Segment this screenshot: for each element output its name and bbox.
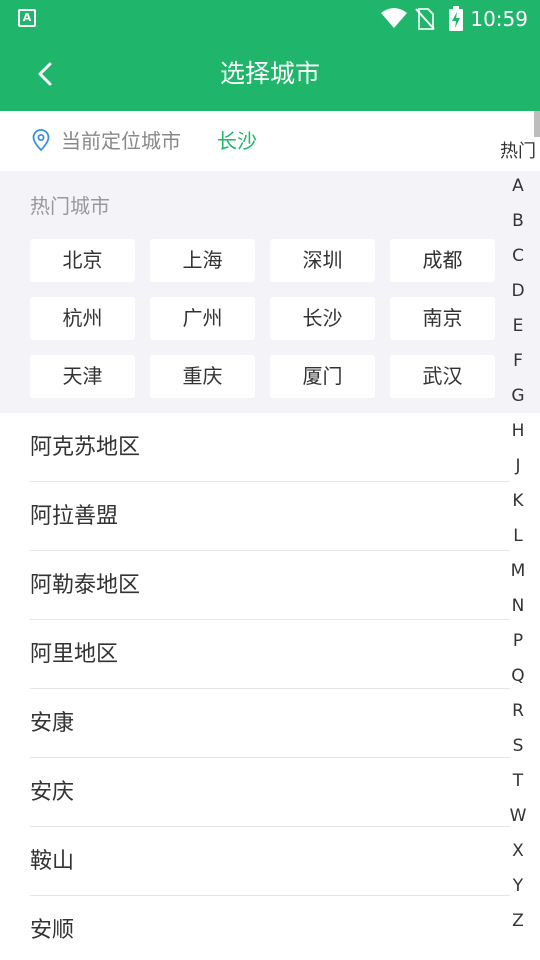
index-letter[interactable]: K — [496, 484, 540, 519]
index-letter[interactable]: L — [496, 519, 540, 554]
index-letter[interactable]: D — [496, 274, 540, 309]
index-letter[interactable]: G — [496, 379, 540, 414]
city-list-item[interactable]: 安庆 — [30, 758, 510, 827]
alphabet-index-bar[interactable]: 热门 A B C D E F G H J K L M N P Q R S T W… — [496, 134, 540, 939]
hot-city-button[interactable]: 武汉 — [390, 355, 495, 398]
hot-city-button[interactable]: 天津 — [30, 355, 135, 398]
index-letter[interactable]: B — [496, 204, 540, 239]
status-bar: A 10:59 — [0, 0, 540, 38]
index-letter[interactable]: C — [496, 239, 540, 274]
city-list-item[interactable]: 阿克苏地区 — [30, 413, 510, 482]
index-letter[interactable]: H — [496, 414, 540, 449]
hot-city-button[interactable]: 南京 — [390, 297, 495, 340]
hot-city-button[interactable]: 深圳 — [270, 239, 375, 282]
city-list-item[interactable]: 阿里地区 — [30, 620, 510, 689]
app-header: 选择城市 — [0, 38, 540, 111]
current-location-city[interactable]: 长沙 — [217, 127, 257, 155]
index-letter[interactable]: W — [496, 799, 540, 834]
index-letter[interactable]: N — [496, 589, 540, 624]
city-list-item[interactable]: 阿勒泰地区 — [30, 551, 510, 620]
status-clock: 10:59 — [470, 7, 528, 31]
index-letter[interactable]: J — [496, 449, 540, 484]
app-notification-icon: A — [18, 9, 36, 27]
city-list-item[interactable]: 阿拉善盟 — [30, 482, 510, 551]
city-list-item[interactable]: 鞍山 — [30, 827, 510, 896]
index-letter[interactable]: E — [496, 309, 540, 344]
battery-charging-icon — [449, 6, 463, 31]
index-letter[interactable]: X — [496, 834, 540, 869]
index-letter[interactable]: R — [496, 694, 540, 729]
index-letter[interactable]: A — [496, 169, 540, 204]
hot-city-button[interactable]: 北京 — [30, 239, 135, 282]
index-letter[interactable]: M — [496, 554, 540, 589]
location-pin-icon — [32, 129, 50, 151]
hot-city-button[interactable]: 重庆 — [150, 355, 255, 398]
city-list: 阿克苏地区 阿拉善盟 阿勒泰地区 阿里地区 安康 安庆 鞍山 安顺 — [0, 413, 540, 960]
index-letter[interactable]: T — [496, 764, 540, 799]
hot-city-button[interactable]: 上海 — [150, 239, 255, 282]
city-list-item[interactable]: 安顺 — [30, 896, 510, 960]
hot-city-button[interactable]: 成都 — [390, 239, 495, 282]
index-letter-hot[interactable]: 热门 — [496, 134, 540, 169]
hot-cities-section: 热门城市 北京 上海 深圳 成都 杭州 广州 长沙 南京 天津 重庆 厦门 武汉 — [0, 171, 540, 413]
index-letter[interactable]: F — [496, 344, 540, 379]
city-list-item[interactable]: 安康 — [30, 689, 510, 758]
no-sim-icon — [415, 8, 435, 30]
current-location-row: 当前定位城市 长沙 — [0, 111, 540, 171]
hot-city-button[interactable]: 长沙 — [270, 297, 375, 340]
hot-cities-title: 热门城市 — [30, 194, 110, 218]
index-letter[interactable]: P — [496, 624, 540, 659]
hot-city-button[interactable]: 杭州 — [30, 297, 135, 340]
hot-city-button[interactable]: 厦门 — [270, 355, 375, 398]
page-title: 选择城市 — [219, 59, 320, 88]
wifi-icon — [381, 8, 407, 28]
hot-cities-grid: 北京 上海 深圳 成都 杭州 广州 长沙 南京 天津 重庆 厦门 武汉 — [30, 239, 496, 398]
index-letter[interactable]: Y — [496, 869, 540, 904]
hot-city-button[interactable]: 广州 — [150, 297, 255, 340]
current-location-label: 当前定位城市 — [61, 129, 181, 153]
index-letter[interactable]: Z — [496, 904, 540, 939]
scrollbar-thumb[interactable] — [534, 111, 540, 137]
index-letter[interactable]: S — [496, 729, 540, 764]
index-letter[interactable]: Q — [496, 659, 540, 694]
